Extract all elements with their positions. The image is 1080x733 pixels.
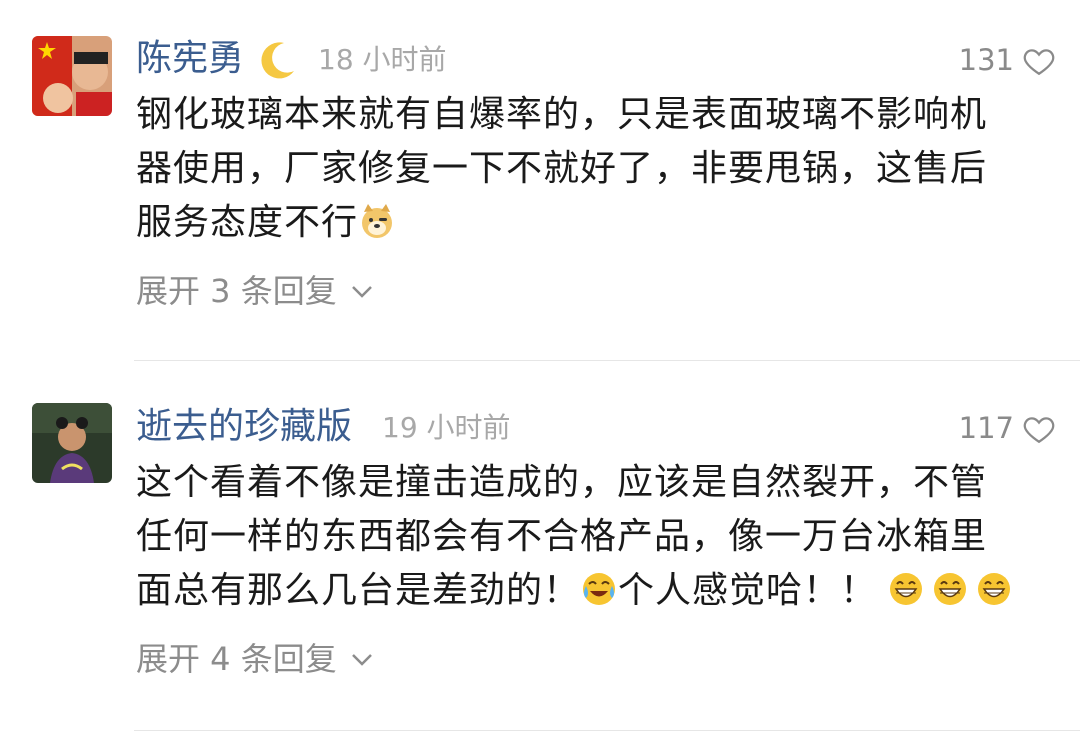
like-count: 131: [958, 43, 1014, 77]
expand-replies-label: 展开 3 条回复: [136, 272, 337, 310]
doge-icon: [358, 202, 396, 240]
comment-line-text: 个人感觉哈！！: [618, 570, 878, 611]
username[interactable]: 陈宪勇: [136, 37, 244, 81]
like-count: 117: [958, 411, 1014, 445]
grin-icon: [975, 570, 1013, 608]
comment-line-text: 服务态度不行: [136, 202, 359, 243]
comment-line-text: 面总有那么几台是差劲的！: [136, 570, 581, 611]
heart-icon[interactable]: [1022, 44, 1056, 78]
comment-text: 这个看着不像是撞击造成的，应该是自然裂开，不管 任何一样的东西都会有不合格产品，…: [136, 456, 1051, 618]
moon-badge-icon: [256, 37, 300, 92]
laugh-cry-icon: [580, 570, 618, 608]
expand-replies-button[interactable]: 展开 4 条回复: [136, 634, 373, 681]
username[interactable]: 逝去的珍藏版: [136, 405, 352, 449]
heart-icon[interactable]: [1022, 412, 1056, 446]
avatar[interactable]: [32, 403, 112, 483]
comment-line: 任何一样的东西都会有不合格产品，像一万台冰箱里: [136, 516, 988, 557]
avatar[interactable]: [32, 36, 112, 116]
comment-time: 19 小时前: [382, 411, 511, 444]
divider: [134, 730, 1080, 731]
grin-icon: [887, 570, 925, 608]
comment-text: 钢化玻璃本来就有自爆率的，只是表面玻璃不影响机 器使用，厂家修复一下不就好了，非…: [136, 88, 1051, 250]
expand-replies-button[interactable]: 展开 3 条回复: [136, 266, 373, 313]
chevron-down-icon: [351, 266, 373, 298]
comment-line: 器使用，厂家修复一下不就好了，非要甩锅，这售后: [136, 148, 988, 189]
comment-line: 面总有那么几台是差劲的！ 个人感觉哈！！: [136, 564, 1051, 618]
comment-time: 18 小时前: [318, 43, 447, 76]
grin-icon: [931, 570, 969, 608]
chevron-down-icon: [351, 634, 373, 666]
comment-line: 服务态度不行: [136, 196, 1051, 250]
comment-line: 这个看着不像是撞击造成的，应该是自然裂开，不管: [136, 462, 988, 503]
comment-item: 陈宪勇 18 小时前 131 钢化玻璃本来就有自爆率的，只是表面玻璃不影响机 器…: [0, 0, 1080, 360]
expand-replies-label: 展开 4 条回复: [136, 640, 337, 678]
comment-line: 钢化玻璃本来就有自爆率的，只是表面玻璃不影响机: [136, 94, 988, 135]
comment-item: 逝去的珍藏版 19 小时前 117 这个看着不像是撞击造成的，应该是自然裂开，不…: [0, 361, 1080, 733]
